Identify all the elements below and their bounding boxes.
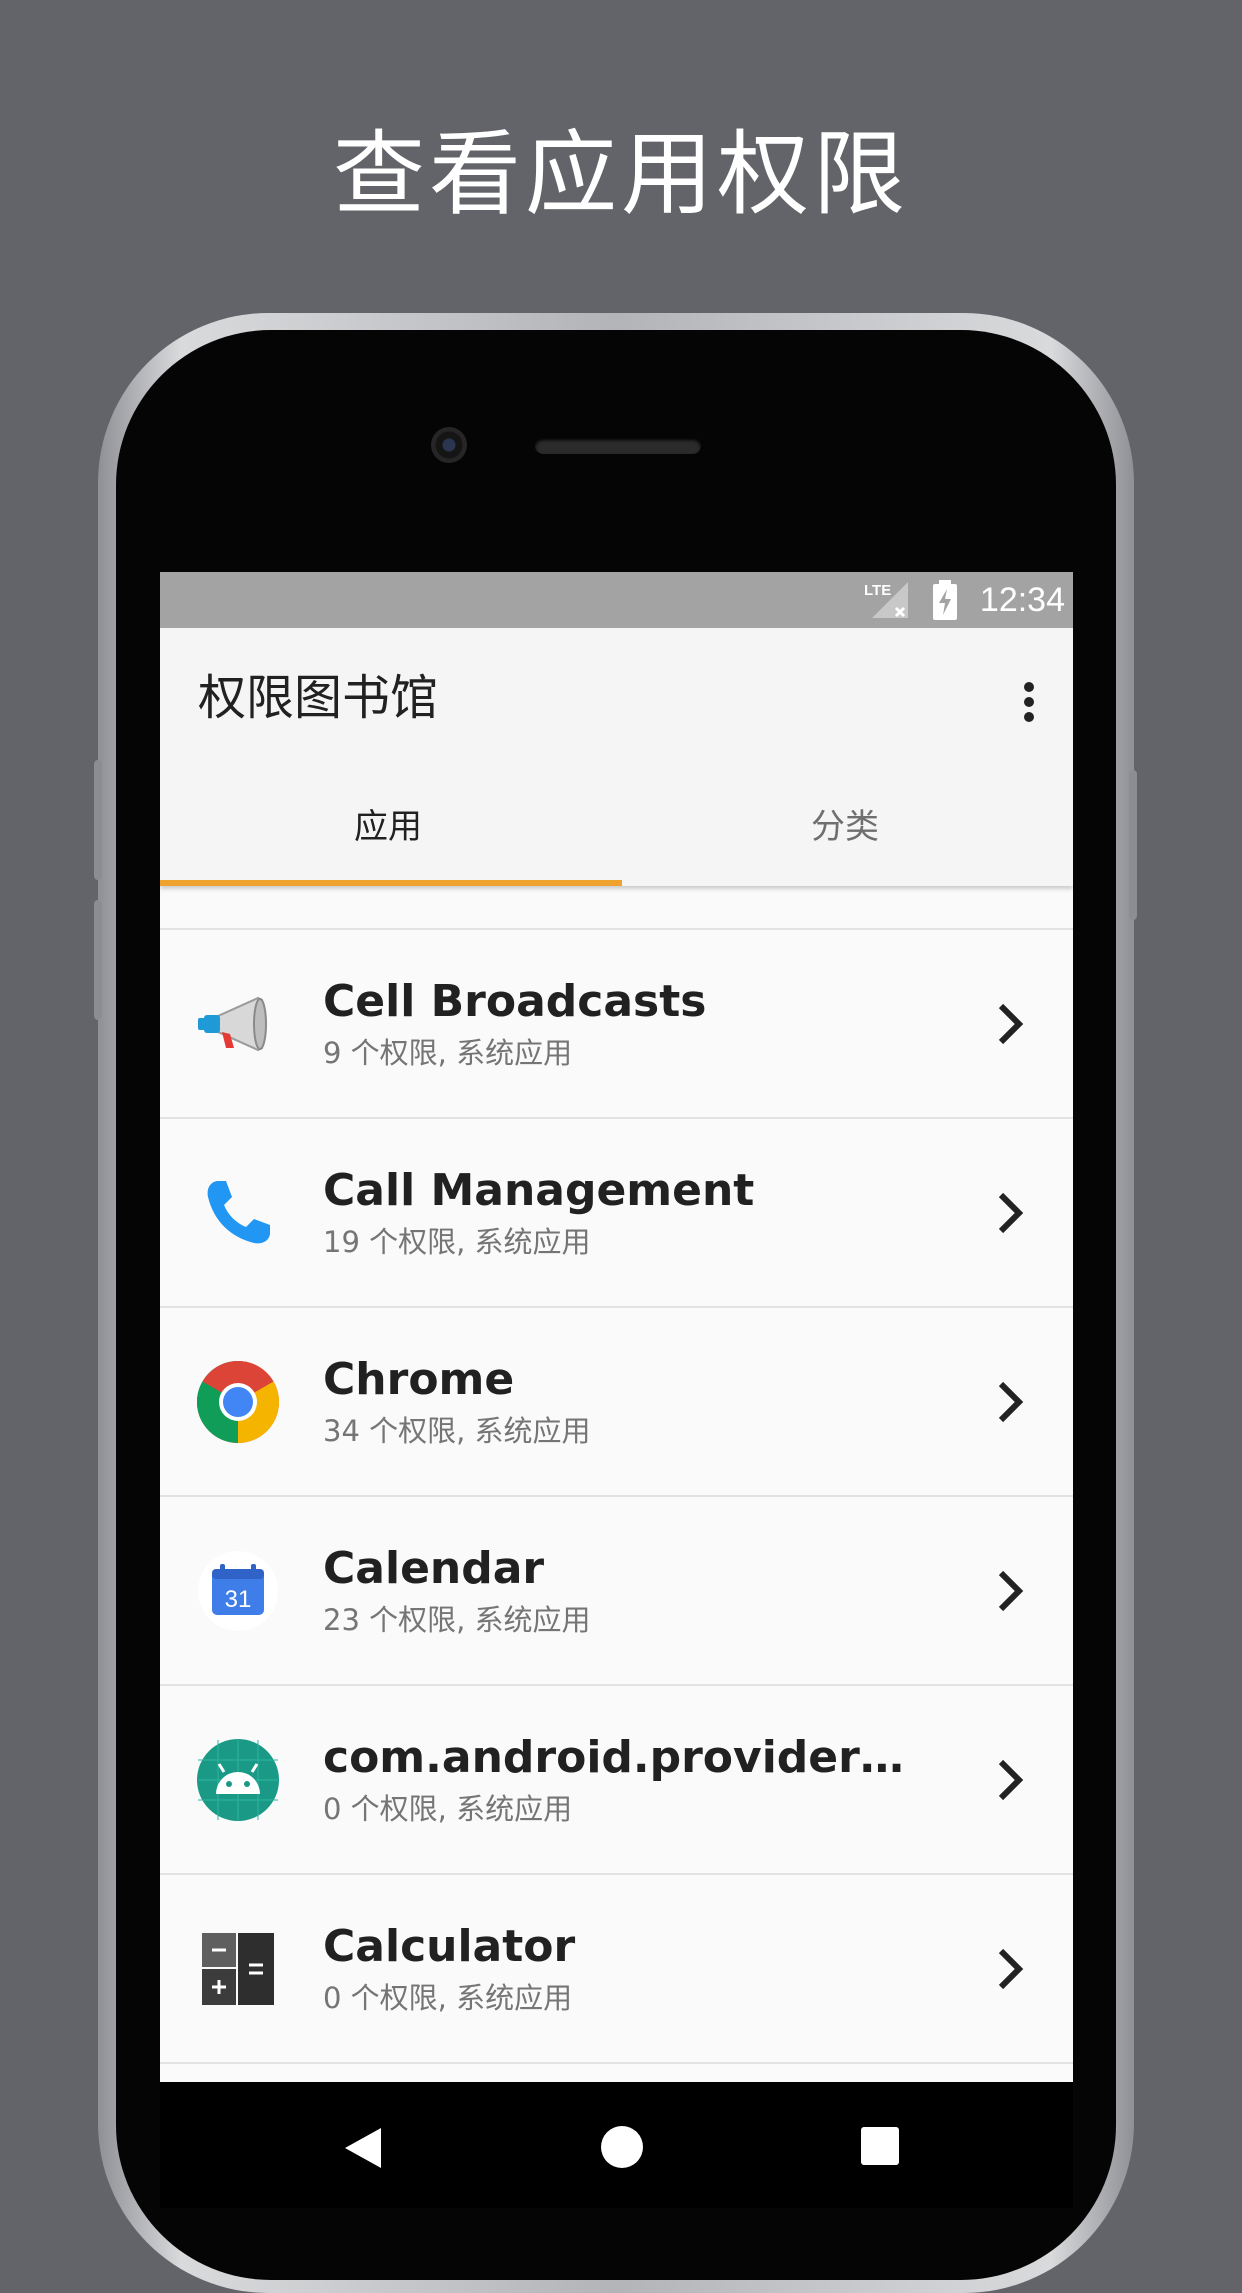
app-name: Calendar bbox=[323, 1543, 545, 1594]
home-icon[interactable] bbox=[601, 2126, 643, 2168]
calendar-icon: 31 bbox=[198, 1551, 278, 1631]
navigation-bar bbox=[160, 2082, 1073, 2208]
chevron-right-icon bbox=[998, 1381, 1024, 1423]
app-list: Cell Broadcasts 9 个权限, 系统应用 Call Managem… bbox=[160, 928, 1073, 2064]
app-name: com.android.providers.par… bbox=[323, 1732, 923, 1783]
phone-side-button bbox=[1129, 770, 1137, 920]
lte-signal-icon: LTE bbox=[864, 582, 908, 618]
chevron-right-icon bbox=[998, 1948, 1024, 1990]
list-item[interactable]: com.android.providers.par… 0 个权限, 系统应用 bbox=[160, 1686, 1073, 1875]
list-item[interactable]: Cell Broadcasts 9 个权限, 系统应用 bbox=[160, 930, 1073, 1119]
tab-categories[interactable]: 分类 bbox=[617, 768, 1073, 886]
chevron-right-icon bbox=[998, 1570, 1024, 1612]
list-item[interactable]: Call Management 19 个权限, 系统应用 bbox=[160, 1119, 1073, 1308]
tab-bar: 应用 分类 bbox=[160, 768, 1073, 886]
chevron-right-icon bbox=[998, 1003, 1024, 1045]
app-permission-count: 19 个权限, 系统应用 bbox=[323, 1225, 591, 1259]
status-time: 12:34 bbox=[979, 581, 1065, 619]
megaphone-icon bbox=[198, 996, 267, 1052]
app-name: Call Management bbox=[323, 1165, 755, 1216]
earpiece-speaker bbox=[535, 438, 701, 454]
back-icon[interactable] bbox=[343, 2126, 383, 2170]
list-item[interactable]: Chrome 34 个权限, 系统应用 bbox=[160, 1308, 1073, 1497]
android-icon bbox=[197, 1739, 279, 1821]
chevron-right-icon bbox=[998, 1192, 1024, 1234]
list-item[interactable]: 31 Calendar 23 个权限, 系统应用 bbox=[160, 1497, 1073, 1686]
phone-volume-button bbox=[94, 760, 102, 880]
app-permission-count: 34 个权限, 系统应用 bbox=[323, 1414, 591, 1448]
phone-volume-button bbox=[94, 900, 102, 1020]
app-permission-count: 0 个权限, 系统应用 bbox=[323, 1792, 573, 1826]
front-camera bbox=[431, 427, 467, 463]
more-vert-icon[interactable] bbox=[1009, 678, 1049, 728]
network-type-label: LTE bbox=[864, 582, 891, 599]
chevron-right-icon bbox=[998, 1759, 1024, 1801]
app-name: Cell Broadcasts bbox=[323, 976, 707, 1027]
battery-charging-icon bbox=[933, 580, 957, 620]
phone-screen: LTE 12:34 权限图书馆 应用 分类 Cell Broadcasts 9 … bbox=[160, 572, 1073, 2208]
tab-selected-indicator bbox=[160, 880, 622, 886]
calendar-icon-date: 31 bbox=[225, 1586, 252, 1613]
app-toolbar: 权限图书馆 bbox=[160, 628, 1073, 768]
list-item[interactable]: Calculator 0 个权限, 系统应用 bbox=[160, 1875, 1073, 2064]
phone-icon bbox=[207, 1181, 270, 1244]
app-permission-count: 9 个权限, 系统应用 bbox=[323, 1036, 573, 1070]
app-name: Chrome bbox=[323, 1354, 515, 1405]
app-permission-count: 0 个权限, 系统应用 bbox=[323, 1981, 573, 2015]
app-name: Calculator bbox=[323, 1921, 576, 1972]
status-bar: LTE 12:34 bbox=[160, 572, 1073, 628]
calculator-icon bbox=[202, 1933, 274, 2005]
chrome-icon bbox=[197, 1361, 279, 1443]
recent-apps-icon[interactable] bbox=[861, 2127, 899, 2165]
tab-apps[interactable]: 应用 bbox=[160, 768, 616, 886]
promo-title: 查看应用权限 bbox=[332, 121, 909, 228]
app-permission-count: 23 个权限, 系统应用 bbox=[323, 1603, 591, 1637]
toolbar-title: 权限图书馆 bbox=[198, 670, 439, 726]
